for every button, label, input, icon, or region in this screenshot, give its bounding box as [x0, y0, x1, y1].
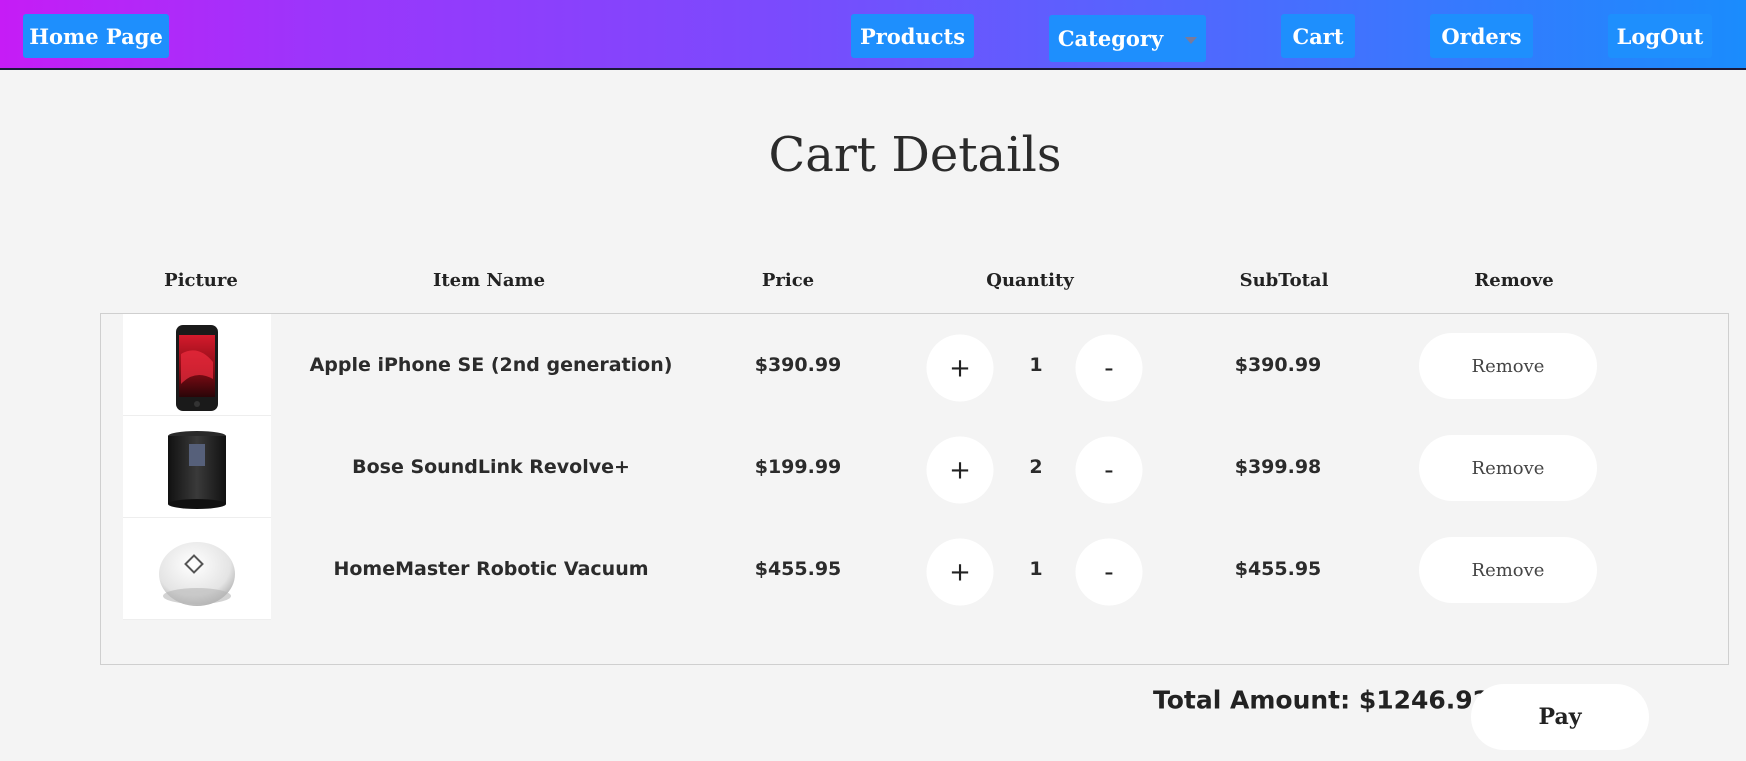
page-title: Cart Details	[768, 127, 1062, 183]
remove-button[interactable]: Remove	[1419, 537, 1597, 603]
item-subtotal: $390.99	[1234, 354, 1322, 376]
product-thumbnail	[123, 416, 271, 518]
orders-link[interactable]: Orders	[1430, 14, 1533, 58]
pay-button[interactable]: Pay	[1471, 684, 1649, 750]
item-price: $455.95	[754, 558, 842, 580]
iphone-image	[176, 325, 218, 411]
item-price: $390.99	[754, 354, 842, 376]
quantity-value: 1	[1029, 354, 1043, 376]
item-price: $199.99	[754, 456, 842, 478]
item-subtotal: $455.95	[1234, 558, 1322, 580]
remove-button[interactable]: Remove	[1419, 333, 1597, 399]
chevron-down-icon	[1185, 37, 1198, 44]
header-item-name: Item Name	[432, 270, 546, 291]
increment-quantity-button[interactable]: +	[926, 334, 994, 402]
quantity-value: 1	[1029, 558, 1043, 580]
header-picture: Picture	[164, 270, 238, 291]
remove-button[interactable]: Remove	[1419, 435, 1597, 501]
decrement-quantity-button[interactable]: -	[1075, 334, 1143, 402]
item-name: Bose SoundLink Revolve+	[352, 456, 630, 478]
logout-link[interactable]: LogOut	[1608, 14, 1712, 58]
vacuum-image	[159, 542, 235, 606]
header-price: Price	[761, 270, 815, 291]
increment-quantity-button[interactable]: +	[926, 436, 994, 504]
category-label: Category	[1057, 26, 1164, 51]
quantity-value: 2	[1029, 456, 1043, 478]
item-subtotal: $399.98	[1234, 456, 1322, 478]
category-dropdown[interactable]: Category	[1049, 15, 1206, 62]
increment-quantity-button[interactable]: +	[926, 538, 994, 606]
cart-link[interactable]: Cart	[1281, 14, 1355, 58]
header-remove: Remove	[1474, 270, 1554, 291]
total-amount: Total Amount: $1246.92	[1153, 685, 1491, 715]
products-link[interactable]: Products	[851, 14, 974, 58]
item-name: HomeMaster Robotic Vacuum	[333, 558, 649, 580]
header-quantity: Quantity	[986, 270, 1074, 291]
item-name: Apple iPhone SE (2nd generation)	[309, 354, 673, 376]
decrement-quantity-button[interactable]: -	[1075, 436, 1143, 504]
speaker-image	[168, 431, 226, 509]
product-thumbnail	[123, 314, 271, 416]
home-page-link[interactable]: Home Page	[23, 14, 169, 58]
header-subtotal: SubTotal	[1239, 270, 1329, 291]
product-thumbnail	[123, 518, 271, 620]
top-navbar: Home Page Products Category Cart Orders …	[0, 0, 1746, 70]
decrement-quantity-button[interactable]: -	[1075, 538, 1143, 606]
